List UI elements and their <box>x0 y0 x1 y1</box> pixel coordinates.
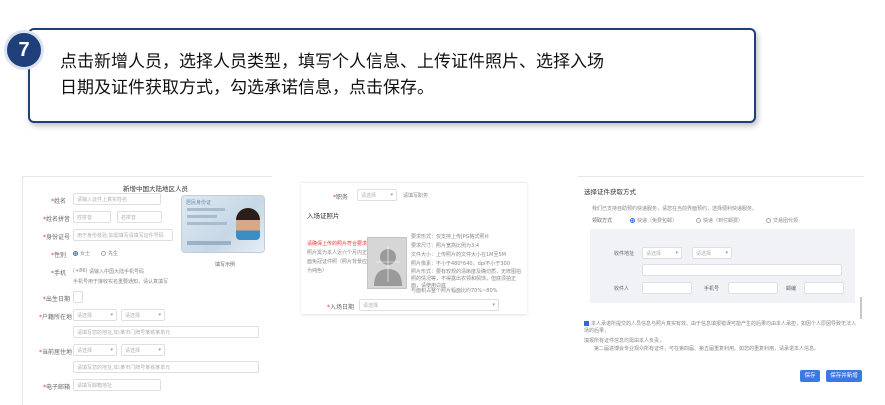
id-card-header: 居民身份证 <box>186 200 212 206</box>
phone-label: *手机 <box>51 270 67 277</box>
phone-prefix: (+86) <box>73 268 88 274</box>
name-input[interactable]: 请输入证件上真实姓名 <box>73 193 161 205</box>
delivery-section-title: 选择证件获取方式 <box>584 188 636 196</box>
birthdate-input[interactable] <box>73 291 83 303</box>
phone-hint: 手机号用于接收实名重要通知，请认真填写 <box>73 279 169 285</box>
recipient-input[interactable] <box>642 282 692 294</box>
gender-male-radio[interactable]: 先生 <box>101 250 118 257</box>
residence-detail-input[interactable]: 请填写您的地址,如:某市门牌号某栋某单元 <box>73 361 259 373</box>
photo-section-title: 入场证照片 <box>307 212 340 220</box>
position-input[interactable]: 请填写职务 <box>403 192 428 199</box>
household-label: *户籍所在地 <box>39 314 73 321</box>
personal-info-panel: 新增中国大陆地区人员 *姓名 请输入证件上真实姓名 *姓名拼音 姓拼音 名拼音 … <box>22 176 272 405</box>
photo-requirement: 与面积占整个照片幅面比约70%~80% <box>411 288 498 294</box>
entry-date-select[interactable]: 请选择 <box>359 299 499 311</box>
delivery-description: 我们已支持自助预约快递服务，请您在当前界面预约，选择便利快递服务。 <box>592 206 758 212</box>
photo-requirement: 照片像素：不小于480*640，dpi不小于300 <box>411 261 510 267</box>
id-card-line <box>187 222 227 225</box>
household-province-select[interactable]: 请选择 <box>73 309 117 321</box>
email-label: *电子邮箱 <box>43 384 71 391</box>
photo-warning-line: 为纯色） <box>307 268 328 274</box>
zip-input[interactable] <box>804 282 844 294</box>
id-card-sample-image: 居民身份证 <box>181 195 265 253</box>
photo-warning-line: 照片需为本人近六个月内正 <box>307 250 368 256</box>
photo-warning-line: 面免冠证件照（照片背景应 <box>307 259 368 265</box>
photo-requirement: 文件大小：上传照片的文件大小在1M至5M <box>411 252 506 258</box>
residence-label: *当前居住地 <box>39 349 73 356</box>
gender-label: *性别 <box>51 252 67 259</box>
id-number-label: *身份证号 <box>43 234 71 241</box>
gender-female-radio[interactable]: 女士 <box>73 250 90 257</box>
position-label: *职务 <box>333 194 349 201</box>
zip-label: 邮编 <box>786 286 797 292</box>
panel-title: 新增中国大陆地区人员 <box>123 185 188 193</box>
position-select[interactable]: 请选择 <box>357 189 397 201</box>
commitment-note: 第二届进博会专业观众所有证件，可在第四届、第五届重复利用。如您的重复利用，请承诺… <box>594 346 820 352</box>
delivery-method-panel: 选择证件获取方式 我们已支持自助预约快递服务，请您在当前界面预约，选择便利快递服… <box>578 176 864 405</box>
photo-upload-area[interactable] <box>367 237 407 289</box>
commitment-checkbox[interactable]: 本人承诺所提交的人员信息与照片真实有效。由于信息填报错误可能产生的后果均由本人承… <box>584 321 856 335</box>
id-card-portrait <box>236 208 260 240</box>
photo-warning-line: 请确保上传的照片符合要求 <box>307 241 368 247</box>
photo-requirement: 要求尺寸：照片宽高比例为3:4 <box>411 243 480 249</box>
instruction-line-2: 日期及证件获取方式，勾选承诺信息，点击保存。 <box>60 78 434 98</box>
step-number-badge: 7 <box>4 30 44 70</box>
pinyin-label: *姓名拼音 <box>43 216 71 223</box>
scrollbar[interactable] <box>860 297 862 319</box>
save-button[interactable]: 保存 <box>800 370 820 382</box>
person-silhouette-icon <box>374 246 402 286</box>
entry-date-label: *入场日期 <box>327 304 355 311</box>
id-card-number-line <box>187 241 231 245</box>
photo-upload-panel: *职务 请选择 请填写职务 入场证照片 请确保上传的照片符合要求 照片需为本人近… <box>301 182 527 314</box>
address-detail-input[interactable] <box>642 264 842 276</box>
address-city-select[interactable]: 请选择 <box>692 247 732 259</box>
delivery-option-paid[interactable]: 快递（到付邮费） <box>696 217 743 224</box>
id-number-input[interactable]: 用于身份核验,如需填写请填写证件号码 <box>73 229 173 241</box>
recipient-phone-label: 手机号 <box>704 286 720 292</box>
email-input[interactable]: 请填写邮箱地址 <box>73 379 161 391</box>
instruction-line-1: 点击新增人员，选择人员类型，填写个人信息、上传证件照片、选择入场 <box>60 52 604 72</box>
given-pinyin-input[interactable]: 名拼音 <box>117 211 162 223</box>
save-and-new-button[interactable]: 保存并新增 <box>826 370 862 382</box>
delivery-option-free[interactable]: 快递（免费包邮） <box>630 217 677 224</box>
household-detail-input[interactable]: 请填写您的地址,如:某市门牌号某栋某单元 <box>73 326 259 338</box>
address-label: 收件地址 <box>614 251 635 257</box>
residence-province-select[interactable]: 请选择 <box>73 344 117 356</box>
commitment-note: 填报所有证件信息均需由本人负责， <box>584 338 665 344</box>
id-card-line <box>187 208 225 211</box>
address-form-area: 收件地址 请选择 请选择 收件人 手机号 邮编 <box>590 229 855 303</box>
photo-requirement: 要求形式：仅支持上传JPG格式照片 <box>411 234 490 240</box>
recipient-label: 收件人 <box>614 286 630 292</box>
id-card-line <box>187 215 217 218</box>
recipient-phone-input[interactable] <box>728 282 778 294</box>
birthdate-label: *出生日期 <box>43 296 71 303</box>
residence-city-select[interactable]: 请选择 <box>121 344 165 356</box>
delivery-method-label: 领取方式 <box>592 218 613 224</box>
household-city-select[interactable]: 请选择 <box>121 309 165 321</box>
phone-input[interactable]: 请输入中国大陆手机号码 <box>89 268 144 275</box>
surname-pinyin-input[interactable]: 姓拼音 <box>73 211 111 223</box>
address-province-select[interactable]: 请选择 <box>642 247 682 259</box>
delivery-option-group[interactable]: 交易团代领 <box>766 217 798 224</box>
name-label: *姓名 <box>51 198 67 205</box>
instruction-callout: 点击新增人员，选择人员类型，填写个人信息、上传证件照片、选择入场 日期及证件获取… <box>28 28 756 123</box>
sample-caption: 填写示例 <box>215 262 236 268</box>
